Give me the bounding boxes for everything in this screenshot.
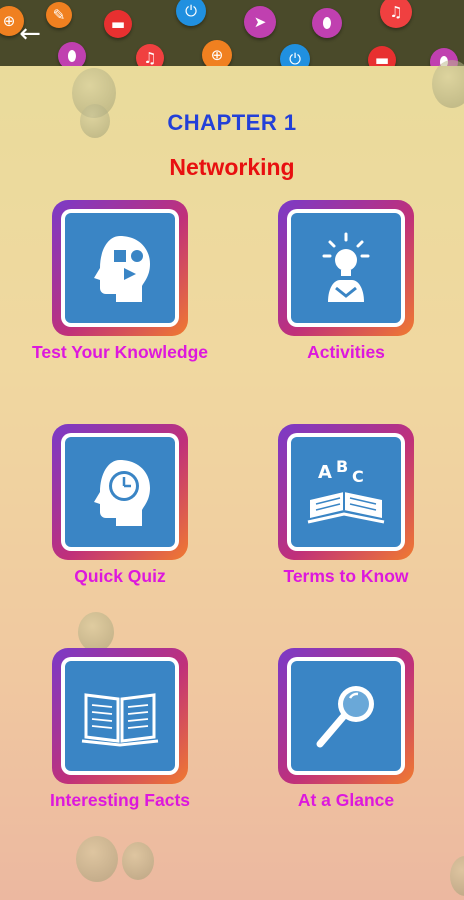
folder-icon: ▬ [368,46,396,66]
tile-icon-box [291,213,401,323]
tile-label: Quick Quiz [74,566,166,586]
tile-frame [278,200,414,336]
tile-inner [61,209,179,327]
tile-inner [287,209,405,327]
edit-icon: ✎ [46,2,72,28]
tile-inner [287,657,405,775]
tile-icon-box [65,213,175,323]
cursor-icon: ➤ [244,6,276,38]
header-banner: ⊕ ✎ ▬ ⏻ ➤ ⬮ ♫ ⬮ ♫ ⊕ ⏻ ▬ ⬮ [0,0,464,66]
tile-interesting-facts[interactable]: Interesting Facts [20,648,220,848]
tile-icon-box [65,437,175,547]
lightbulb-person-icon [322,232,370,302]
mouse-icon: ⬮ [312,8,342,38]
power-icon: ⏻ [176,0,206,26]
tile-label: Test Your Knowledge [32,342,208,362]
tile-activities[interactable]: Activities [246,200,446,400]
decorative-bubble [432,60,464,108]
tile-frame: A B C [278,424,414,560]
tile-label: Terms to Know [283,566,409,586]
tile-inner: A B C [287,433,405,551]
head-clock-icon [94,460,150,526]
tile-frame [52,424,188,560]
svg-text:C: C [352,467,364,486]
tile-inner [61,657,179,775]
tile-frame [278,648,414,784]
tile-test-your-knowledge[interactable]: Test Your Knowledge [20,200,220,400]
tile-label: Interesting Facts [49,790,191,810]
abc-book-icon: A B C [307,457,385,524]
tile-label: Activities [307,342,385,362]
head-shapes-icon [94,236,150,302]
mouse-icon: ⬮ [58,42,86,66]
arrow-left-icon: ← [19,19,41,49]
tile-icon-box [291,661,401,771]
tile-quick-quiz[interactable]: Quick Quiz [20,424,220,624]
tile-at-a-glance[interactable]: At a Glance [246,648,446,848]
tile-icon-box [65,661,175,771]
open-book-icon [81,693,159,747]
svg-text:B: B [336,457,348,476]
power-icon: ⏻ [280,44,310,66]
tile-frame [52,200,188,336]
headphones-icon: ♫ [380,0,412,28]
magnifier-icon [316,686,374,748]
tile-icon-box: A B C [291,437,401,547]
back-button[interactable]: ← [12,16,48,52]
svg-text:A: A [318,462,332,483]
chapter-title: CHAPTER 1 [167,110,297,135]
add-circle-icon: ⊕ [202,40,232,66]
tile-terms-to-know[interactable]: A B C Terms to Know [246,424,446,624]
tile-frame [52,648,188,784]
chapter-subtitle: Networking [169,154,295,180]
tile-label: At a Glance [297,790,395,810]
headphones-icon: ♫ [136,44,164,66]
tile-inner [61,433,179,551]
folder-icon: ▬ [104,10,132,38]
decorative-bubble [450,856,464,896]
